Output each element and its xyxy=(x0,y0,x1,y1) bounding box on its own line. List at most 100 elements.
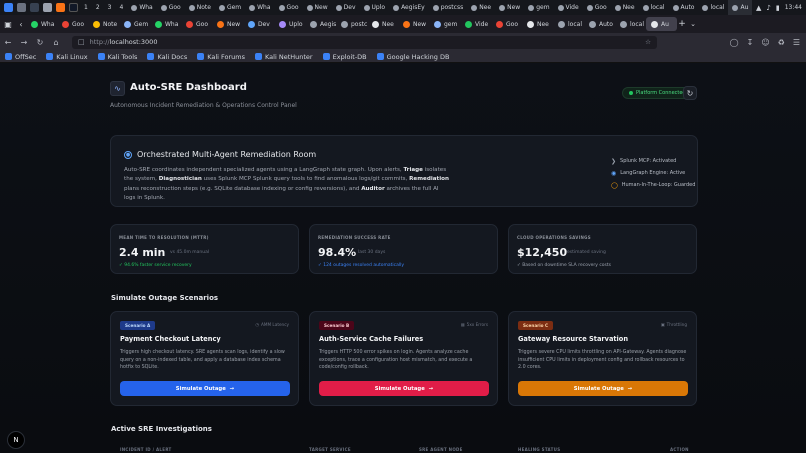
workspace-2[interactable]: 2 xyxy=(96,4,100,11)
tab-favicon-icon xyxy=(589,20,596,28)
folder-icon[interactable] xyxy=(43,3,52,12)
bookmark-item[interactable]: Google Hacking DB xyxy=(372,53,455,61)
browser-tab[interactable]: New xyxy=(398,15,429,33)
taskbar-window[interactable]: Au xyxy=(728,0,753,15)
firefox-icon[interactable] xyxy=(56,3,65,12)
taskbar-window[interactable]: Wha xyxy=(245,0,274,15)
taskbar-window[interactable]: Goo xyxy=(583,0,611,15)
taskbar-window[interactable]: Nee xyxy=(467,0,495,15)
workspace-3[interactable]: 3 xyxy=(108,4,112,11)
taskbar-window[interactable]: Goo xyxy=(157,0,185,15)
scenario-tag: ◷ AMM Latency xyxy=(255,322,289,327)
terminal-icon: ❯ xyxy=(611,157,617,165)
browser-tab[interactable]: Goo xyxy=(491,15,522,33)
battery-icon[interactable]: ▮ xyxy=(776,4,780,12)
taskbar-window-label: Wha xyxy=(257,4,271,11)
browser-tab[interactable]: Note xyxy=(88,15,119,33)
browser-tab[interactable]: Goo xyxy=(57,15,88,33)
browser-tab[interactable]: Dev xyxy=(243,15,274,33)
window-icon xyxy=(306,4,313,11)
taskbar-window[interactable]: Note xyxy=(185,0,215,15)
browser-tab[interactable]: Gem xyxy=(119,15,150,33)
taskbar-window[interactable]: Auto xyxy=(669,0,699,15)
page-subtitle: Autonomous Incident Remediation & Operat… xyxy=(110,102,297,109)
browser-tab[interactable]: Nee xyxy=(367,15,398,33)
terminal-2-icon[interactable] xyxy=(69,3,78,12)
simulate-outage-button-b[interactable]: Simulate Outage → xyxy=(319,381,489,396)
tab-scroll-left-icon[interactable]: ‹ xyxy=(16,20,26,29)
taskbar-window[interactable]: AegisEy xyxy=(389,0,429,15)
taskbar-window[interactable]: Nee xyxy=(611,0,639,15)
taskbar-window[interactable]: postcss xyxy=(429,0,468,15)
bookmark-item[interactable]: Kali NetHunter xyxy=(250,53,318,61)
wifi-icon[interactable]: ▲ xyxy=(756,4,761,12)
clock[interactable]: 13:44 xyxy=(785,4,802,11)
bookmark-item[interactable]: Exploit-DB xyxy=(318,53,372,61)
browser-tab[interactable]: Goo xyxy=(181,15,212,33)
browser-tab[interactable]: postcss xyxy=(336,15,367,33)
taskbar-window[interactable]: Wha xyxy=(127,0,156,15)
url-bar[interactable]: □ http://localhost:3000 ☆ xyxy=(72,35,657,49)
browser-tab[interactable]: Au xyxy=(646,17,677,31)
browser-tab[interactable]: Nee xyxy=(522,15,553,33)
forward-icon[interactable]: → xyxy=(16,38,32,47)
metric-value: 2.4 min xyxy=(119,246,166,259)
menu-icon[interactable]: ☰ xyxy=(793,38,800,47)
taskbar-window[interactable]: local xyxy=(698,0,728,15)
taskbar-window[interactable]: Dev xyxy=(332,0,360,15)
browser-tab[interactable]: Vide xyxy=(460,15,491,33)
files-icon[interactable] xyxy=(17,3,26,12)
taskbar-window[interactable]: Gem xyxy=(215,0,245,15)
bookmark-item[interactable]: Kali Docs xyxy=(142,53,192,61)
tab-list-icon[interactable]: ⌄ xyxy=(687,20,699,28)
taskbar-window[interactable]: Uplo xyxy=(360,0,390,15)
taskbar-window[interactable]: local xyxy=(639,0,669,15)
pocket-icon[interactable]: ◯ xyxy=(730,38,739,47)
simulate-outage-button-c[interactable]: Simulate Outage → xyxy=(518,381,688,396)
simulate-outage-button-a[interactable]: Simulate Outage → xyxy=(120,381,290,396)
workspace-1[interactable]: 1 xyxy=(84,4,88,11)
home-icon[interactable]: ⌂ xyxy=(48,38,64,47)
back-icon[interactable]: ← xyxy=(0,38,16,47)
browser-tab-label: New xyxy=(227,20,241,28)
engine-status-item: ◉ LangGraph Engine: Active xyxy=(611,167,695,179)
taskbar-window[interactable]: Goo xyxy=(275,0,303,15)
extensions-icon[interactable]: ♻ xyxy=(778,38,785,47)
bookmark-star-icon[interactable]: ☆ xyxy=(645,38,651,46)
tab-overview-icon[interactable]: ▣ xyxy=(0,20,16,29)
volume-icon[interactable]: ♪ xyxy=(766,4,770,12)
browser-tab[interactable]: Uplo xyxy=(274,15,305,33)
nextjs-dev-badge[interactable]: N xyxy=(7,431,25,449)
taskbar-window[interactable]: Vide xyxy=(554,0,583,15)
taskbar-window[interactable]: gem xyxy=(524,0,553,15)
bookmark-item[interactable]: Kali Forums xyxy=(192,53,250,61)
app-menu-icon[interactable] xyxy=(4,3,13,12)
taskbar-window[interactable]: New xyxy=(303,0,332,15)
workspace-4[interactable]: 4 xyxy=(119,4,123,11)
browser-tab[interactable]: local xyxy=(615,15,646,33)
browser-tab[interactable]: Wha xyxy=(150,15,181,33)
bookmark-item[interactable]: Kali Tools xyxy=(93,53,143,61)
page-info-icon[interactable]: □ xyxy=(78,38,85,46)
orchestration-card: ● Orchestrated Multi-Agent Remediation R… xyxy=(110,135,698,207)
scenario-card-b: Scenario B ▦ 5xx Errors Auth-Service Cach… xyxy=(309,311,498,406)
browser-tab[interactable]: New xyxy=(212,15,243,33)
browser-tab[interactable]: Auto xyxy=(584,15,615,33)
browser-tab[interactable]: AegisEy xyxy=(305,15,336,33)
browser-tab-label: Wha xyxy=(165,20,179,28)
refresh-button[interactable]: ↻ xyxy=(683,86,697,100)
account-icon[interactable]: ☺ xyxy=(761,38,769,47)
window-icon xyxy=(188,4,195,11)
new-tab-icon[interactable]: + xyxy=(677,19,687,29)
taskbar-window[interactable]: New xyxy=(495,0,524,15)
bookmark-item[interactable]: Kali Linux xyxy=(41,53,92,61)
bookmark-item[interactable]: OffSec xyxy=(0,53,41,61)
browser-tab[interactable]: Wha xyxy=(26,15,57,33)
browser-tab[interactable]: local xyxy=(553,15,584,33)
metric-footnote: ✓ 94.6% faster service recovery xyxy=(119,263,192,268)
terminal-icon[interactable] xyxy=(30,3,39,12)
bookmark-icon xyxy=(46,53,54,60)
browser-tab[interactable]: gem xyxy=(429,15,460,33)
reload-icon[interactable]: ↻ xyxy=(32,38,48,47)
downloads-icon[interactable]: ↧ xyxy=(747,38,754,47)
